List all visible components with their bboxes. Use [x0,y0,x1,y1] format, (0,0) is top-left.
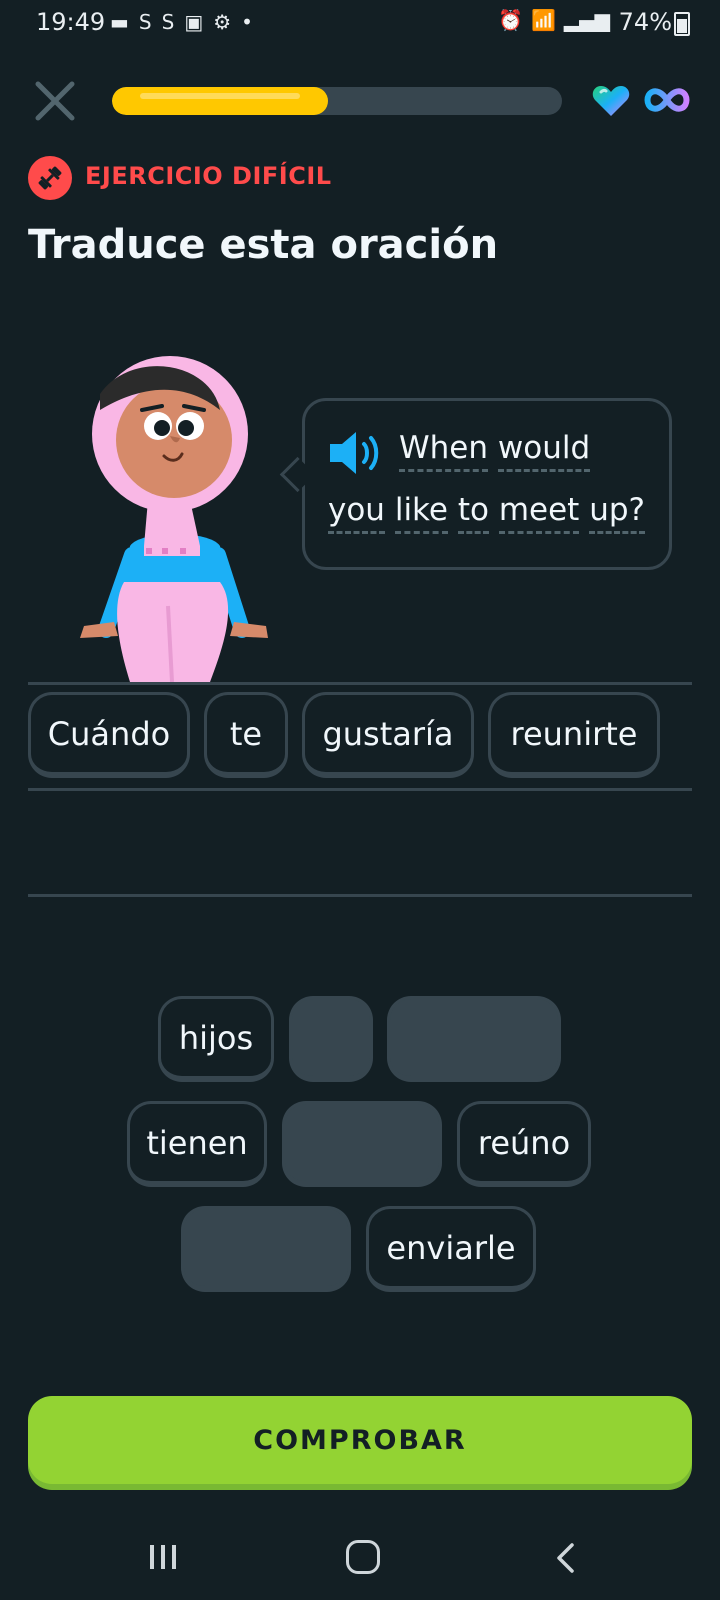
settings-gear-icon: ⚙ [213,10,232,34]
prompt-word[interactable]: When [399,430,489,472]
answer-tile[interactable]: Cuándo [28,692,190,778]
hard-exercise-label: EJERCICIO DIFÍCIL [85,162,332,190]
prompt-word[interactable]: like [394,492,448,534]
battery-percent: 74% [618,8,672,36]
word-bank-tile[interactable]: reúno [457,1101,591,1187]
home-icon[interactable] [346,1540,380,1574]
app-s-icon: S [138,10,152,34]
prompt-word[interactable]: would [497,430,591,472]
word-bank-empty-slot [282,1101,442,1187]
word-bank-empty-slot [289,996,373,1082]
alarm-icon: ⏰ [498,8,523,32]
answer-line [28,682,692,685]
word-bank-empty-slot [387,996,561,1082]
answer-tile[interactable]: te [204,692,288,778]
word-bank-tile[interactable]: tienen [127,1101,267,1187]
heart-gem-icon[interactable] [592,84,630,118]
signal-icon: ▂▄▆ [563,8,610,32]
speech-bubble [302,398,672,570]
answer-tile[interactable]: reunirte [488,692,660,778]
prompt-text-line1[interactable]: When would [399,430,591,472]
app-s-icon: S [161,10,175,34]
prompt-text-line2[interactable]: you like to meet up? [328,492,645,534]
answer-tile[interactable]: gustaría [302,692,474,778]
dot-icon: • [241,10,253,34]
prompt-word[interactable]: up? [589,492,645,534]
wifi-icon: 📶 [530,8,556,32]
answer-line [28,788,692,791]
status-bar: 19:49 ▬ S S ▣ ⚙ • ⏰ 📶 ▂▄▆ 74% [0,0,720,46]
prompt-word[interactable]: to [457,492,489,534]
word-bank-empty-slot [181,1206,351,1292]
notification-icon: ▬ [110,10,129,34]
infinity-icon[interactable] [644,86,690,114]
battery-icon [674,12,690,36]
lesson-progress-bar [112,87,562,115]
prompt-word[interactable]: meet [498,492,580,534]
system-icons: ⏰ 📶 ▂▄▆ [498,8,610,32]
speaker-icon[interactable] [326,428,386,478]
dumbbell-icon [28,156,72,200]
word-bank-tile[interactable]: enviarle [366,1206,536,1292]
status-time: 19:49 [36,8,106,36]
notification-icons: ▬ S S ▣ ⚙ • [110,10,253,34]
close-icon[interactable] [32,78,78,124]
page-title: Traduce esta oración [28,222,499,268]
character-illustration [80,356,268,682]
recent-apps-icon[interactable] [148,1543,178,1571]
image-icon: ▣ [184,10,204,34]
check-button[interactable]: COMPROBAR [28,1396,692,1484]
prompt-word[interactable]: you [328,492,385,534]
progress-fill [112,87,328,115]
back-icon[interactable] [554,1542,578,1574]
word-bank-tile[interactable]: hijos [158,996,274,1082]
answer-line [28,894,692,897]
